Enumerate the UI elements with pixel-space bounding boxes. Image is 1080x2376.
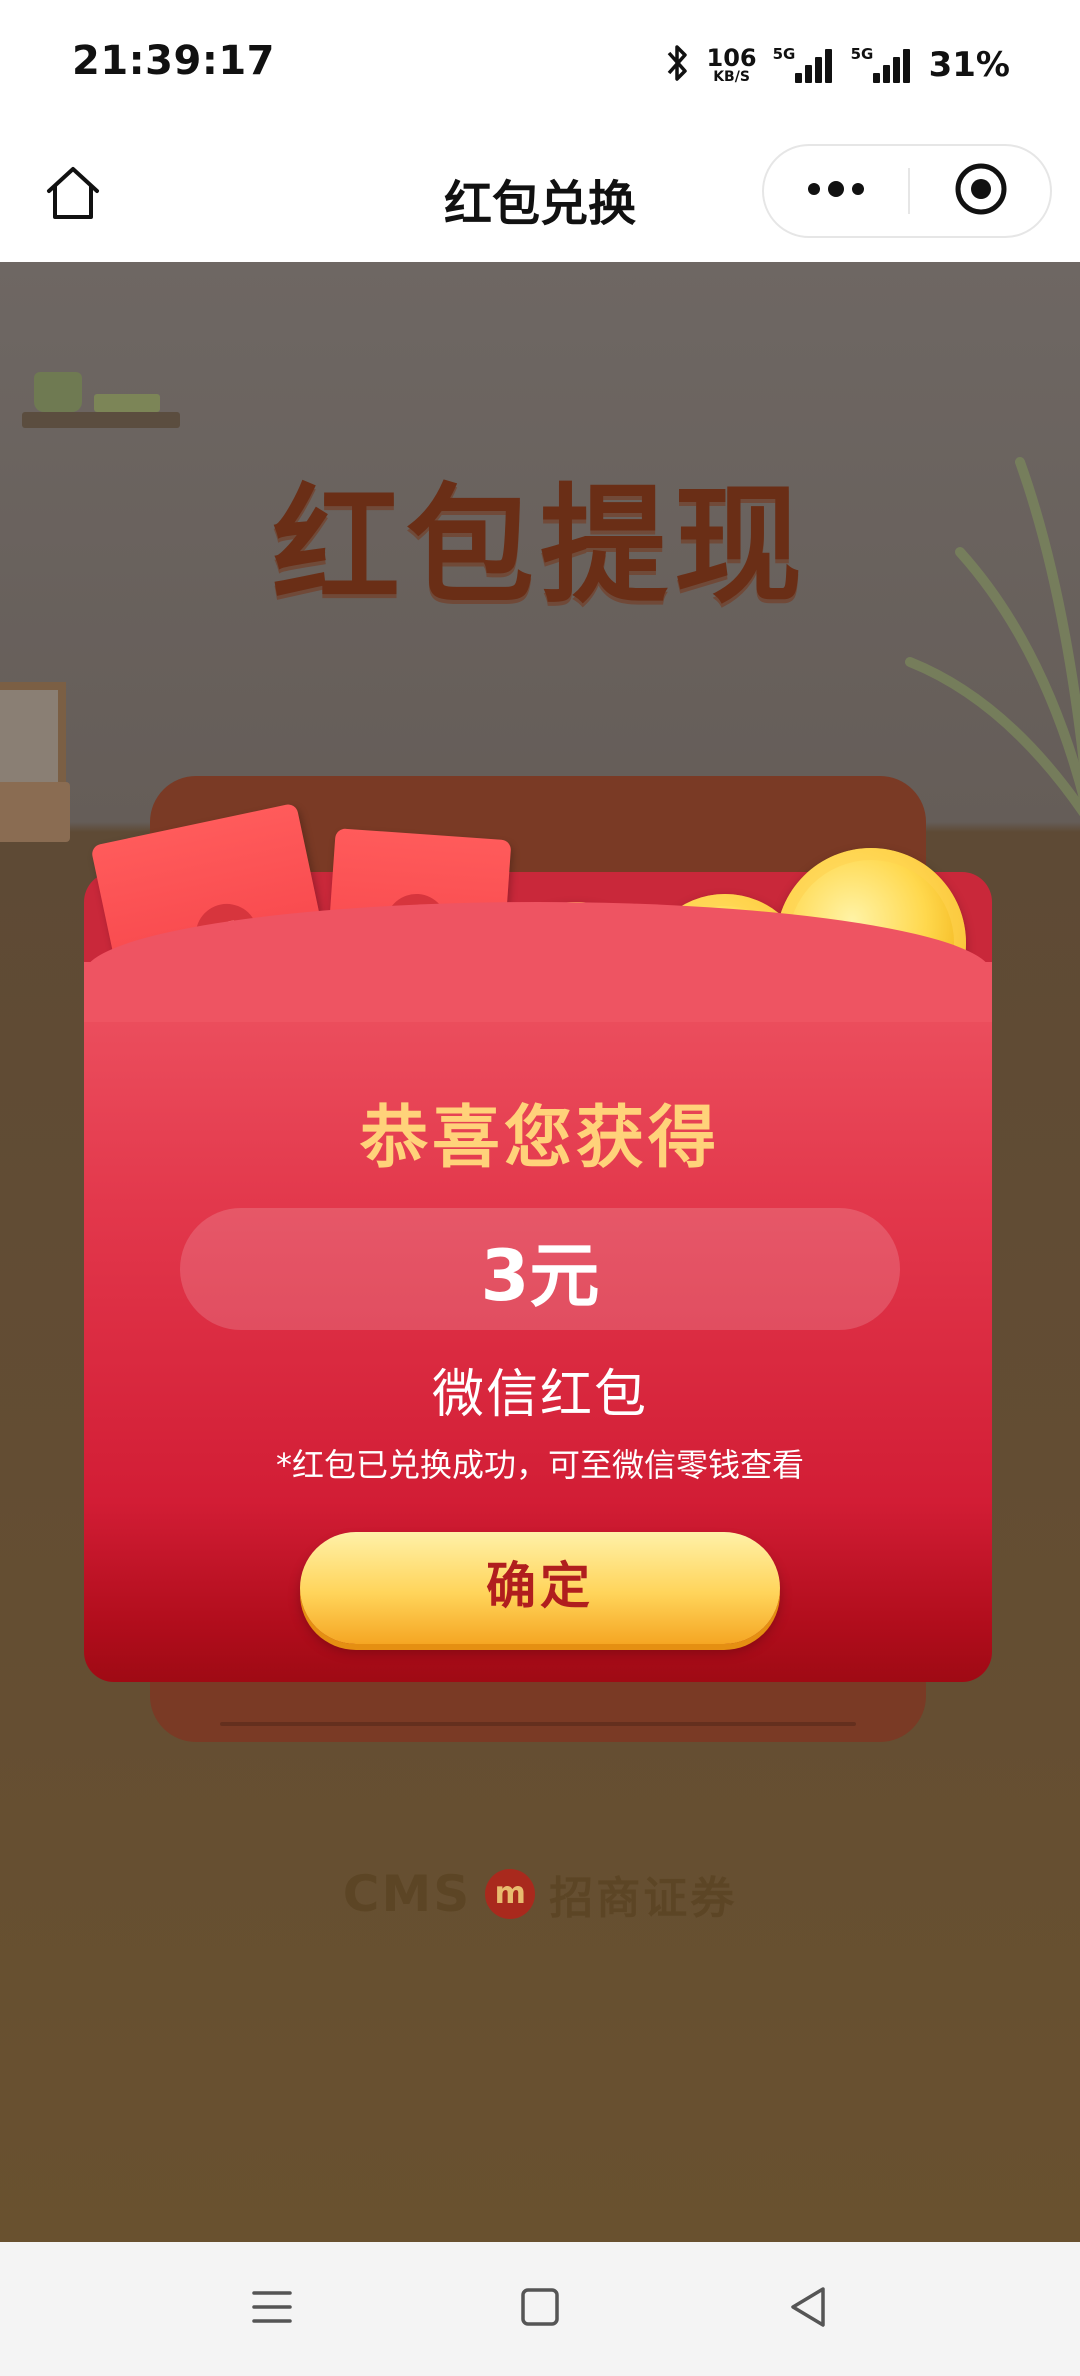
confirm-button[interactable]: 确定: [300, 1532, 780, 1644]
brand-logo: CMS m 招商证券: [0, 1862, 1080, 1926]
cms-logo-icon: m: [485, 1869, 536, 1919]
status-time: 21:39:17: [72, 38, 275, 84]
close-miniprogram-button[interactable]: [910, 146, 1052, 236]
signal-icon: 5G: [773, 45, 835, 85]
close-target-icon: [954, 162, 1008, 220]
back-nav-button[interactable]: [768, 2272, 848, 2346]
reward-amount: 3元: [480, 1235, 600, 1317]
book-decoration: [94, 394, 160, 412]
title-bar: 红包兑换: [0, 130, 1080, 262]
congrats-text: 恭喜您获得: [359, 1099, 720, 1178]
back-icon: [787, 2285, 829, 2333]
battery-level: 31%: [928, 45, 1010, 85]
status-bar: 21:39:17 106 KB/S 5G 5G 31%: [0, 0, 1080, 130]
menu-icon: [250, 2287, 294, 2331]
wall-shelf-decoration: [22, 412, 180, 428]
miniprogram-capsule: [762, 144, 1052, 238]
redpacket-scene: 红包提现 ¥ ¥ 恭喜您获得 3元 微信红包 *红包已兑换成功，可至微信零钱查看…: [0, 262, 1080, 2242]
status-icons: 106 KB/S 5G 5G 31%: [665, 40, 1010, 90]
brand-name: 招商证券: [549, 1873, 738, 1924]
redeem-note: *红包已兑换成功，可至微信零钱查看: [275, 1446, 804, 1484]
network-speed: 106 KB/S: [706, 44, 757, 85]
more-button[interactable]: [764, 146, 908, 236]
recent-apps-button[interactable]: [232, 2272, 312, 2346]
reward-type: 微信红包: [431, 1365, 648, 1425]
books-decoration: [0, 782, 70, 842]
system-nav-bar: [0, 2242, 1080, 2376]
home-square-icon: [519, 2286, 561, 2332]
scene-heading: 红包提现: [271, 472, 808, 621]
signal-icon: 5G: [851, 45, 913, 85]
plant-pot-decoration: [34, 372, 82, 412]
bluetooth-icon: [665, 43, 691, 87]
more-icon: [806, 179, 866, 203]
envelope-divider: [220, 1722, 856, 1726]
brand-cms: CMS: [342, 1865, 472, 1923]
home-nav-button[interactable]: [500, 2272, 580, 2346]
